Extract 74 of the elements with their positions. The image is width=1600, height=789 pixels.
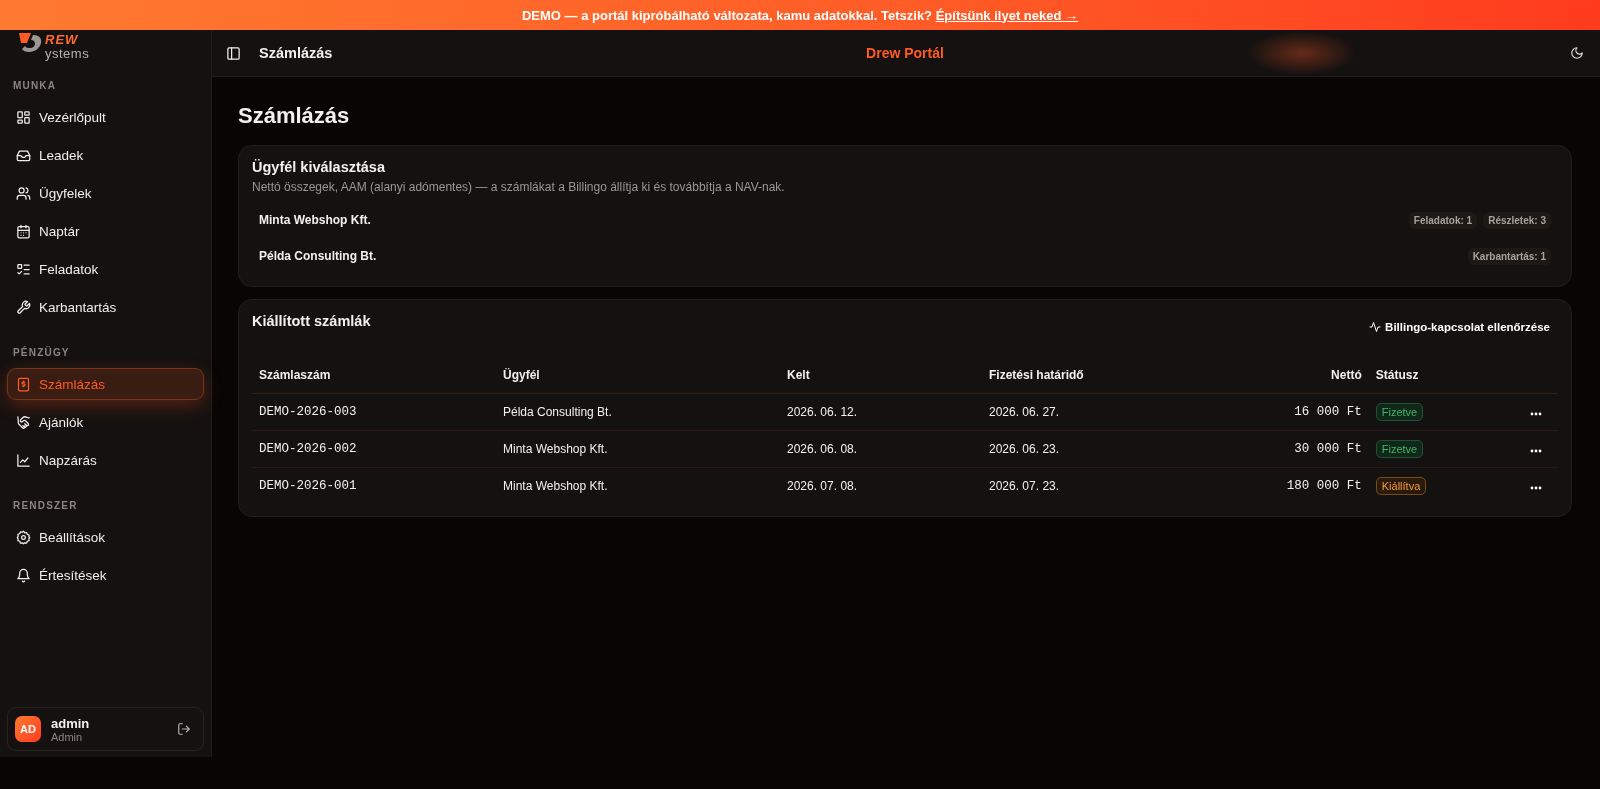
- receipt-icon: [16, 376, 31, 392]
- net-amount: 16 000 Ft: [1194, 393, 1369, 431]
- sidebar-item[interactable]: Értesítések: [7, 559, 204, 591]
- logout-icon[interactable]: [177, 722, 191, 736]
- table-cell: 2026. 06. 08.: [780, 430, 982, 468]
- sidebar-item[interactable]: Karbantartás: [7, 291, 204, 323]
- sidebar-toggle-icon[interactable]: [226, 45, 241, 61]
- more-icon[interactable]: [1530, 486, 1542, 490]
- card-description: Nettó összegek, AAM (alanyi adómentes) — a számlákat a Billingo állítja ki és továbbítja a NAV-nak.: [252, 180, 786, 194]
- sidebar-item[interactable]: Ajánlók: [7, 406, 204, 438]
- wrench-icon: [16, 299, 31, 315]
- sidebar-item[interactable]: Számlázás: [7, 368, 204, 400]
- column-header: Ügyfél: [496, 357, 780, 394]
- column-header: Kelt: [780, 357, 982, 394]
- users-icon: [16, 185, 31, 201]
- brand-name: Drew Portál: [866, 45, 944, 61]
- user-name: admin: [51, 715, 91, 731]
- user-avatar: AD: [15, 716, 41, 742]
- sidebar-item[interactable]: Beállítások: [7, 521, 204, 553]
- moon-icon[interactable]: [1570, 46, 1584, 60]
- card-title: Ügyfél kiválasztása: [252, 159, 386, 175]
- table-cell: 2026. 07. 08.: [780, 467, 982, 504]
- more-icon[interactable]: [1530, 449, 1542, 453]
- handshake-icon: [16, 414, 31, 430]
- line-chart-icon: [16, 452, 31, 468]
- sidebar-item[interactable]: Leadek: [7, 139, 204, 171]
- table-cell: 2026. 06. 23.: [982, 430, 1195, 468]
- card-title: Kiállított számlák: [252, 313, 371, 329]
- gear-icon: [16, 529, 31, 545]
- net-amount: 180 000 Ft: [1194, 467, 1369, 504]
- table-cell: 2026. 06. 27.: [982, 393, 1195, 431]
- logo-subtext: ystems: [45, 47, 90, 61]
- more-icon[interactable]: [1530, 412, 1542, 416]
- table-cell: Minta Webshop Kft.: [496, 467, 780, 504]
- sidebar-item[interactable]: Naptár: [7, 215, 204, 247]
- page-title: Számlázás: [238, 103, 351, 129]
- check-connection-button[interactable]: Billingo-kapcsolat ellenőrzése: [1361, 315, 1558, 339]
- table-cell: 2026. 06. 12.: [780, 393, 982, 431]
- client-name[interactable]: Példa Consulting Bt.: [259, 249, 377, 263]
- section-label: PÉNZÜGY: [12, 347, 71, 358]
- client-name[interactable]: Minta Webshop Kft.: [259, 213, 371, 227]
- calendar-icon: [16, 223, 31, 239]
- count-badge: Feladatok: 1: [1408, 211, 1478, 229]
- section-label: MUNKA: [12, 80, 58, 91]
- column-header: Státusz: [1368, 357, 1495, 394]
- table-cell: Minta Webshop Kft.: [496, 430, 780, 468]
- column-header: Fizetési határidő: [982, 357, 1195, 394]
- activity-icon: [1369, 321, 1382, 333]
- grid-icon: [16, 109, 31, 125]
- bell-icon: [16, 567, 31, 583]
- inbox-icon: [16, 147, 31, 163]
- sidebar-item[interactable]: Feladatok: [7, 253, 204, 285]
- column-header: Nettó: [1194, 357, 1369, 394]
- invoice-number: DEMO-2026-003: [252, 393, 496, 431]
- invoice-number: DEMO-2026-002: [252, 430, 496, 468]
- count-badge: Részletek: 3: [1483, 211, 1551, 229]
- status-badge: Kiállítva: [1375, 477, 1427, 495]
- table-cell: Példa Consulting Bt.: [496, 393, 780, 431]
- sidebar-item[interactable]: Napzárás: [7, 444, 204, 476]
- count-badge: Karbantartás: 1: [1467, 247, 1551, 265]
- status-badge: Fizetve: [1375, 403, 1424, 421]
- logo-text: REW: [45, 33, 80, 47]
- invoice-number: DEMO-2026-001: [252, 467, 496, 504]
- section-label: RENDSZER: [12, 500, 79, 511]
- sidebar-item[interactable]: Vezérlőpult: [7, 101, 204, 133]
- sidebar-item[interactable]: Ügyfelek: [7, 177, 204, 209]
- user-role: Admin: [51, 730, 84, 743]
- banner-message: DEMO — a portál kipróbálható változata, kamu adatokkal. Tetszik? Építsünk ilyet neked →: [522, 7, 1078, 23]
- table-cell: 2026. 07. 23.: [982, 467, 1195, 504]
- net-amount: 30 000 Ft: [1194, 430, 1369, 468]
- column-header: Számlaszám: [252, 357, 496, 394]
- checklist-icon: [16, 261, 31, 277]
- header-title: Számlázás: [259, 45, 333, 61]
- status-badge: Fizetve: [1375, 440, 1424, 458]
